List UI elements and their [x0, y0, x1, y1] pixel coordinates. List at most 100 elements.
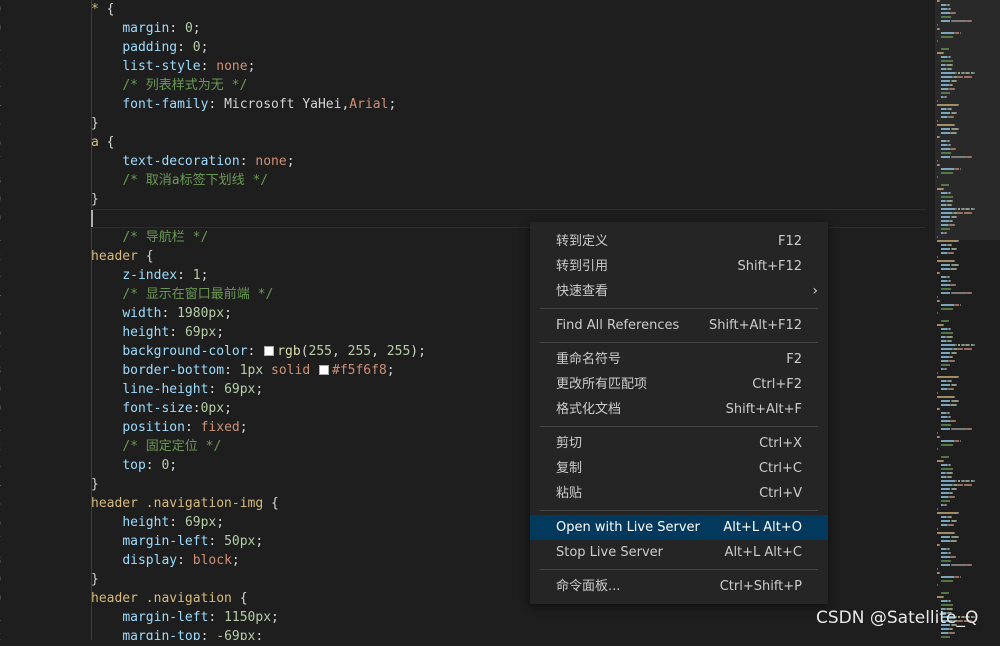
- color-swatch-icon[interactable]: [264, 346, 275, 356]
- minimap-line: [954, 396, 956, 398]
- line-number: 0: [0, 589, 14, 608]
- line-number: 0: [0, 19, 14, 38]
- minimap-line: [957, 128, 959, 130]
- line-number: 5: [0, 304, 14, 323]
- code-line[interactable]: font-family: Microsoft YaHei,Arial;: [91, 95, 925, 114]
- menu-item-shortcut: F12: [777, 234, 802, 249]
- code-line[interactable]: a {: [91, 133, 925, 152]
- menu-item-shortcut: Alt+L Alt+O: [723, 520, 802, 535]
- code-token: (: [300, 344, 309, 359]
- code-line[interactable]: padding: 0;: [91, 38, 925, 57]
- context-menu-item[interactable]: 转到引用 Shift+F12: [530, 254, 828, 279]
- minimap-line: [937, 176, 938, 178]
- minimap-line: [940, 228, 950, 230]
- code-token: ;: [255, 534, 264, 549]
- minimap-line: [940, 420, 950, 422]
- minimap-line: [955, 480, 957, 482]
- context-menu-item[interactable]: 重命名符号 F2: [530, 347, 828, 372]
- code-token: height: [122, 515, 170, 530]
- code-token: 69px: [224, 382, 256, 397]
- line-number: 1: [0, 228, 14, 247]
- context-menu-item[interactable]: 复制 Ctrl+C: [530, 456, 828, 481]
- context-menu-item[interactable]: 更改所有匹配项 Ctrl+F2: [530, 372, 828, 397]
- context-menu-item[interactable]: 命令面板... Ctrl+Shift+P: [530, 574, 828, 599]
- minimap-line: [940, 48, 949, 50]
- code-token: :: [200, 629, 217, 640]
- code-token: ;: [216, 325, 225, 340]
- minimap-line: [952, 220, 954, 222]
- code-line[interactable]: list-style: none;: [91, 57, 925, 76]
- context-menu-item[interactable]: 转到定义 F12: [530, 229, 828, 254]
- minimap-line: [954, 496, 956, 498]
- minimap-line: [955, 420, 956, 422]
- minimap-line: [937, 120, 938, 122]
- code-token: 1: [192, 268, 201, 283]
- minimap-line: [943, 596, 945, 598]
- minimap-line: [973, 72, 975, 74]
- minimap[interactable]: [935, 0, 1000, 640]
- code-token: none: [216, 59, 248, 74]
- code-line[interactable]: margin: 0;: [91, 19, 925, 38]
- code-token: header: [91, 249, 146, 264]
- color-swatch-icon[interactable]: [319, 365, 329, 375]
- minimap-line: [937, 296, 938, 298]
- context-menu-item[interactable]: 粘贴 Ctrl+V: [530, 481, 828, 506]
- code-line[interactable]: margin-left: 1150px;: [91, 608, 925, 627]
- minimap-line: [940, 72, 955, 74]
- minimap-line: [940, 492, 949, 494]
- minimap-line: [949, 600, 951, 602]
- menu-separator: [540, 569, 818, 570]
- code-token: :: [200, 59, 217, 74]
- code-token: 1980px: [177, 306, 225, 321]
- minimap-line: [940, 440, 955, 442]
- context-menu-item[interactable]: Open with Live Server Alt+L Alt+O: [530, 515, 828, 540]
- code-line[interactable]: * {: [91, 0, 925, 19]
- minimap-line: [971, 428, 973, 430]
- minimap-line: [970, 484, 972, 486]
- code-line[interactable]: /* 列表样式为无 */: [91, 76, 925, 95]
- minimap-line: [938, 164, 940, 166]
- code-token: 255: [308, 344, 332, 359]
- minimap-line: [957, 264, 959, 266]
- code-line[interactable]: text-decoration: none;: [91, 152, 925, 171]
- context-menu-item[interactable]: Find All References Shift+Alt+F12: [530, 313, 828, 338]
- minimap-line: [937, 100, 938, 102]
- context-menu-item[interactable]: 快速查看 ›: [530, 279, 828, 304]
- menu-item-label: 命令面板...: [556, 579, 621, 594]
- code-line[interactable]: }: [91, 114, 925, 133]
- context-menu-item[interactable]: 格式化文档 Shift+Alt+F: [530, 397, 828, 422]
- context-menu-item[interactable]: Stop Live Server Alt+L Alt+C: [530, 540, 828, 565]
- code-token: :: [239, 154, 256, 169]
- code-line[interactable]: margin-top: -69px;: [91, 627, 925, 640]
- minimap-line: [940, 308, 954, 310]
- line-number: 5: [0, 494, 14, 513]
- minimap-line: [940, 196, 954, 198]
- context-menu-item[interactable]: 剪切 Ctrl+X: [530, 431, 828, 456]
- code-token: rgb: [277, 344, 301, 359]
- minimap-line: [940, 220, 949, 222]
- code-token: /* 显示在窗口最前端 */: [122, 287, 274, 302]
- minimap-line: [940, 364, 950, 366]
- line-number: 4: [0, 475, 14, 494]
- minimap-line: [955, 540, 957, 542]
- minimap-line: [937, 376, 958, 378]
- code-token: /* 固定定位 */: [122, 439, 222, 454]
- line-number: 3: [0, 456, 14, 475]
- minimap-line: [937, 24, 938, 26]
- code-token: ;: [286, 154, 295, 169]
- minimap-line: [938, 0, 940, 2]
- code-token: 69px: [184, 325, 217, 340]
- code-token: :: [192, 401, 201, 416]
- line-number: 7: [0, 342, 14, 361]
- code-line[interactable]: }: [91, 190, 925, 209]
- code-line[interactable]: /* 取消a标签下划线 */: [91, 171, 925, 190]
- minimap-line: [949, 56, 951, 58]
- watermark: CSDN @Satellite_Q: [816, 608, 979, 628]
- minimap-line: [937, 236, 938, 238]
- minimap-line: [940, 384, 951, 386]
- code-token: }: [91, 116, 99, 131]
